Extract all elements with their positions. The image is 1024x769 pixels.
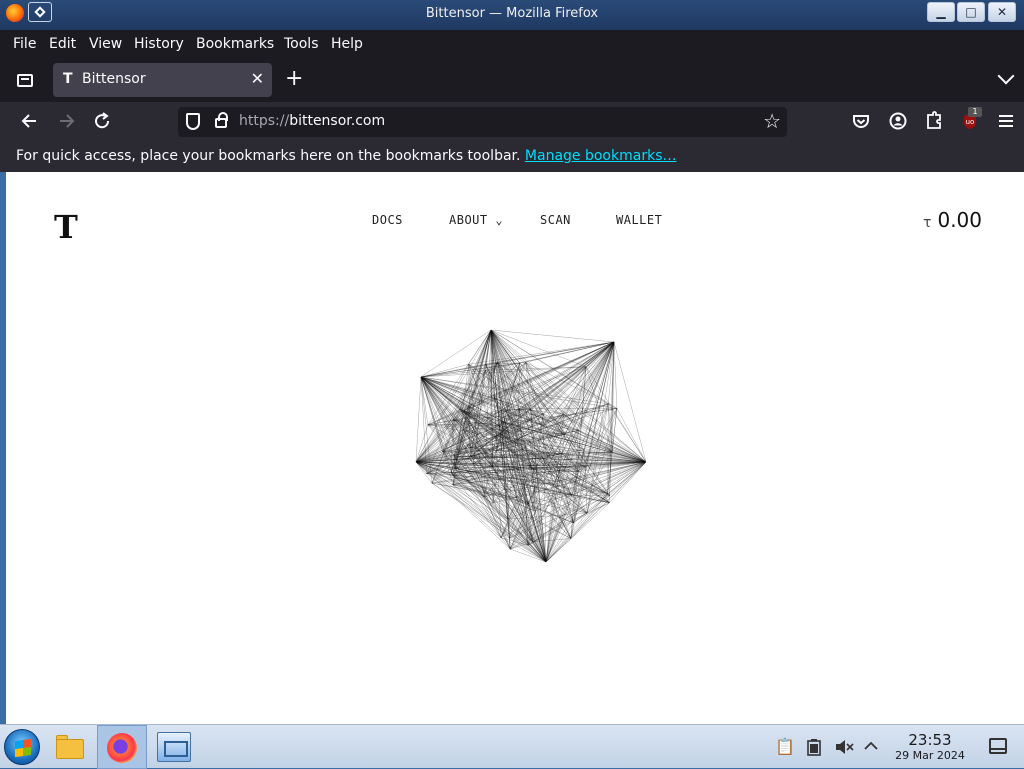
tab-label: Bittensor <box>82 71 146 87</box>
volume-muted-icon[interactable] <box>834 738 854 756</box>
clipboard-icon[interactable]: 📋 <box>775 737 795 756</box>
mesh-lines <box>416 330 646 562</box>
firefox-icon <box>107 733 137 763</box>
taskbar-firefox-button[interactable] <box>97 725 147 769</box>
svg-text:uo: uo <box>966 118 975 126</box>
new-tab-button[interactable]: + <box>285 66 303 91</box>
clock-time: 23:53 <box>890 731 970 749</box>
tab-favicon: T <box>63 71 73 87</box>
tab-close-icon[interactable]: ✕ <box>251 69 264 88</box>
minimize-button[interactable]: ▁ <box>927 2 955 22</box>
bookmarks-message: For quick access, place your bookmarks h… <box>16 148 676 164</box>
taskbar: 📋 23:53 29 Mar 2024 <box>0 724 1024 768</box>
pocket-icon[interactable] <box>852 110 870 132</box>
reload-icon[interactable] <box>92 110 112 132</box>
window-title: Bittensor — Mozilla Firefox <box>0 6 1024 21</box>
close-button[interactable]: ✕ <box>988 2 1016 22</box>
battery-icon[interactable] <box>806 738 822 756</box>
app-menu-icon[interactable] <box>997 110 1015 132</box>
list-all-tabs-icon[interactable] <box>998 68 1015 85</box>
menu-edit[interactable]: Edit <box>49 36 76 52</box>
extensions-icon[interactable] <box>925 110 943 132</box>
menu-bar: File Edit View History Bookmarks Tools H… <box>0 30 1024 58</box>
nav-toolbar: https://bittensor.com ☆ uo 1 <box>0 102 1024 142</box>
file-manager-icon[interactable] <box>54 731 86 761</box>
nav-wallet[interactable]: WALLET <box>616 213 662 227</box>
system-settings-icon[interactable] <box>157 732 191 762</box>
menu-view[interactable]: View <box>89 36 122 52</box>
bookmarks-toolbar: For quick access, place your bookmarks h… <box>0 142 1024 172</box>
tab-strip: T Bittensor ✕ + <box>0 58 1024 102</box>
network-graph-illustration <box>396 322 646 567</box>
url-text[interactable]: https://bittensor.com <box>239 113 385 129</box>
bittensor-logo[interactable]: T <box>54 208 78 246</box>
menu-bookmarks[interactable]: Bookmarks <box>196 36 274 52</box>
forward-icon[interactable] <box>56 110 76 132</box>
maximize-button[interactable]: □ <box>957 2 985 22</box>
clock-date: 29 Mar 2024 <box>890 749 970 762</box>
tab-bittensor[interactable]: T Bittensor ✕ <box>53 63 272 97</box>
nav-scan[interactable]: SCAN <box>540 213 571 227</box>
web-page: T DOCS ABOUT ⌄ SCAN WALLET τ 0.00 <box>6 172 1024 724</box>
show-desktop-icon[interactable] <box>989 738 1007 754</box>
tao-symbol: τ <box>923 215 931 231</box>
nav-about[interactable]: ABOUT ⌄ <box>449 213 503 227</box>
menu-tools[interactable]: Tools <box>284 36 319 52</box>
tracking-protection-icon[interactable] <box>186 113 200 130</box>
url-bar[interactable]: https://bittensor.com ☆ <box>178 107 787 137</box>
lock-icon[interactable] <box>215 118 227 128</box>
bookmarks-hint-text: For quick access, place your bookmarks h… <box>16 148 520 164</box>
manage-bookmarks-link[interactable]: Manage bookmarks… <box>525 148 677 164</box>
balance-amount: 0.00 <box>937 208 982 232</box>
start-menu-button[interactable] <box>4 729 40 765</box>
menu-file[interactable]: File <box>13 36 36 52</box>
tray-expand-icon[interactable] <box>863 739 879 753</box>
firefox-view-button[interactable] <box>14 70 36 90</box>
chevron-down-icon: ⌄ <box>495 213 503 227</box>
clock[interactable]: 23:53 29 Mar 2024 <box>890 731 970 762</box>
bookmark-star-icon[interactable]: ☆ <box>763 109 781 133</box>
account-icon[interactable] <box>889 110 907 132</box>
wallet-balance[interactable]: τ 0.00 <box>923 208 982 232</box>
back-icon[interactable] <box>20 110 40 132</box>
extension-badge: 1 <box>968 107 982 117</box>
menu-help[interactable]: Help <box>331 36 363 52</box>
nav-docs[interactable]: DOCS <box>372 213 403 227</box>
menu-history[interactable]: History <box>134 36 184 52</box>
window-titlebar: Bittensor — Mozilla Firefox ▁ □ ✕ <box>0 0 1024 30</box>
